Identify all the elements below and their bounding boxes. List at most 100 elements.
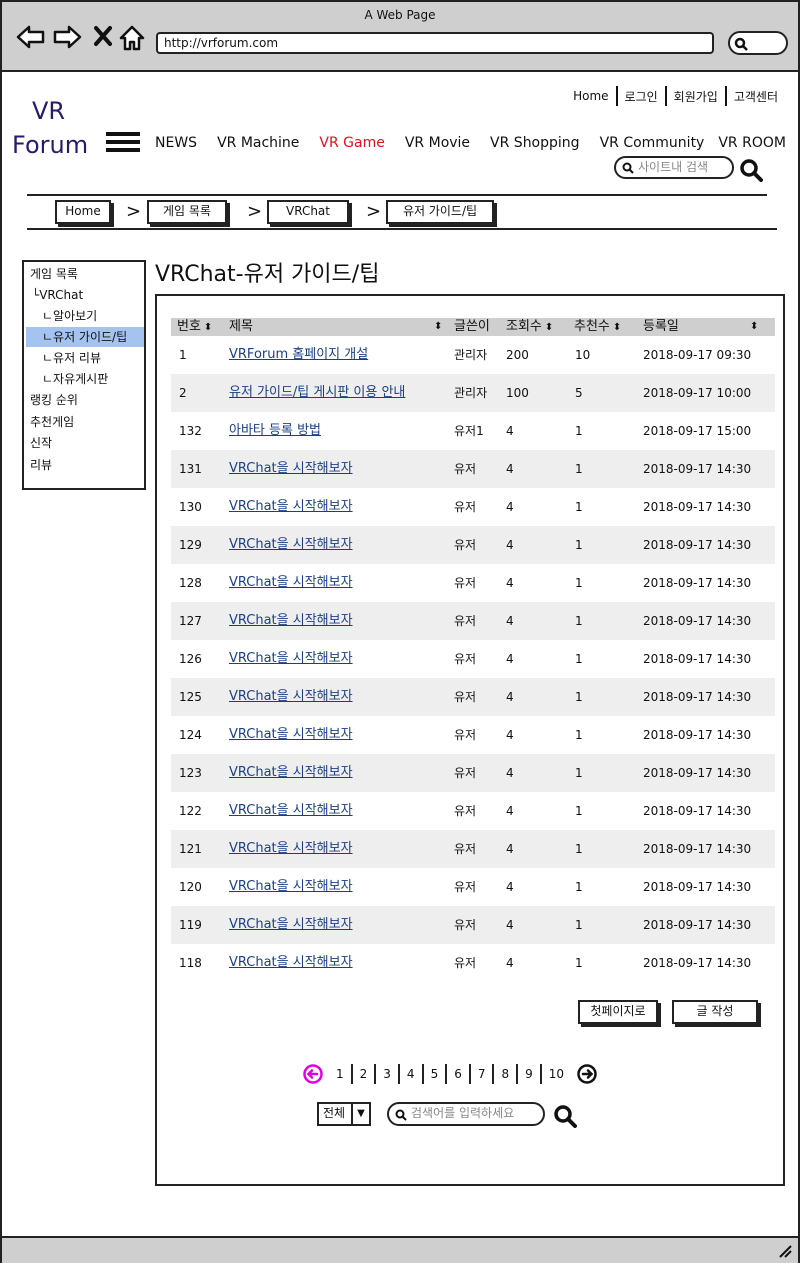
nav-item-vr-community[interactable]: VR Community xyxy=(600,135,705,151)
page-link[interactable]: 6 xyxy=(447,1067,469,1081)
browser-toolbar: A Web Page http://vrforum.com xyxy=(2,2,798,72)
first-page-button[interactable]: 첫페이지로 xyxy=(578,1000,658,1024)
col-header-author[interactable]: 글쓴이 xyxy=(454,318,490,336)
sidebar-item-recommended[interactable]: 추천게임 xyxy=(30,414,74,430)
close-icon[interactable] xyxy=(94,24,112,48)
sort-icon[interactable]: ⬍ xyxy=(545,322,553,333)
nav-item-vr-machine[interactable]: VR Machine xyxy=(217,135,299,151)
prev-page-icon[interactable] xyxy=(303,1064,323,1084)
page-link[interactable]: 5 xyxy=(424,1067,446,1081)
sidebar-item-about[interactable]: ㄴ알아보기 xyxy=(42,308,97,324)
forward-icon[interactable] xyxy=(52,24,82,50)
sort-icon[interactable]: ⬍ xyxy=(613,322,621,333)
col-header-title[interactable]: 제목 xyxy=(229,318,253,336)
write-post-button[interactable]: 글 작성 xyxy=(672,1000,758,1024)
chevron-down-icon[interactable]: ▼ xyxy=(351,1104,369,1124)
cell-author: 유저 xyxy=(454,842,477,856)
breadcrumb-user-guide[interactable]: 유저 가이드/팁 xyxy=(386,200,494,224)
cell-views: 4 xyxy=(506,576,514,590)
cell-title[interactable]: VRChat을 시작해보자 xyxy=(229,906,353,944)
back-icon[interactable] xyxy=(16,24,46,50)
top-link-home[interactable]: Home xyxy=(573,89,608,103)
col-header-number[interactable]: 번호 ⬍ xyxy=(177,318,212,337)
logo-line-1: VR xyxy=(32,97,66,125)
cell-title[interactable]: VRChat을 시작해보자 xyxy=(229,830,353,868)
page-link[interactable]: 3 xyxy=(376,1067,398,1081)
cell-title[interactable]: VRChat을 시작해보자 xyxy=(229,564,353,602)
board-search-button-icon[interactable] xyxy=(553,1104,577,1128)
cell-title[interactable]: VRChat을 시작해보자 xyxy=(229,716,353,754)
page-link[interactable]: 1 xyxy=(329,1067,351,1081)
col-header-date[interactable]: 등록일 xyxy=(643,318,679,336)
menu-icon[interactable] xyxy=(106,132,140,158)
search-icon xyxy=(395,1109,407,1121)
page-link[interactable]: 4 xyxy=(400,1067,422,1081)
nav-item-vr-shopping[interactable]: VR Shopping xyxy=(490,135,580,151)
site-search-input[interactable]: 사이트내 검색 xyxy=(614,156,734,179)
cell-author: 관리자 xyxy=(454,386,488,400)
sidebar-item-game-list[interactable]: 게임 목록 xyxy=(30,266,78,282)
breadcrumb-home[interactable]: Home xyxy=(55,200,111,224)
search-button-icon[interactable] xyxy=(739,158,763,182)
sidebar-item-user-review[interactable]: ㄴ유저 리뷰 xyxy=(42,350,101,366)
sidebar-item-reviews[interactable]: 리뷰 xyxy=(30,457,52,473)
cell-title[interactable]: VRChat을 시작해보자 xyxy=(229,450,353,488)
board-search-input[interactable]: 검색어를 입력하세요 xyxy=(387,1102,545,1126)
browser-title: A Web Page xyxy=(364,8,436,22)
cell-title[interactable]: VRChat을 시작해보자 xyxy=(229,678,353,716)
cell-title[interactable]: VRChat을 시작해보자 xyxy=(229,944,353,982)
cell-views: 200 xyxy=(506,348,529,362)
sort-icon[interactable]: ⬍ xyxy=(750,318,758,336)
top-link-support[interactable]: 고객센터 xyxy=(734,88,778,105)
cell-date: 2018-09-17 14:30 xyxy=(643,462,752,476)
page-link[interactable]: 7 xyxy=(471,1067,493,1081)
browser-search-field[interactable] xyxy=(728,31,788,55)
cell-title[interactable]: VRChat을 시작해보자 xyxy=(229,488,353,526)
breadcrumb-vrchat[interactable]: VRChat xyxy=(267,200,349,224)
cell-title[interactable]: 유저 가이드/팁 게시판 이용 안내 xyxy=(229,374,405,412)
cell-title[interactable]: VRForum 홈페이지 개설 xyxy=(229,336,368,374)
nav-item-vr-game[interactable]: VR Game xyxy=(319,135,384,151)
sidebar: 게임 목록 └VRChat ㄴ알아보기 ㄴ유저 가이드/팁 ㄴ유저 리뷰 ㄴ자유… xyxy=(22,260,146,490)
top-link-signup[interactable]: 회원가입 xyxy=(674,88,718,105)
sidebar-item-user-guide[interactable]: ㄴ유저 가이드/팁 xyxy=(26,327,144,347)
sidebar-item-vrchat[interactable]: └VRChat xyxy=(32,287,83,303)
nav-item-news[interactable]: NEWS xyxy=(155,135,197,151)
page-link[interactable]: 9 xyxy=(518,1067,540,1081)
home-icon[interactable] xyxy=(118,24,146,52)
sort-icon[interactable]: ⬍ xyxy=(434,318,442,336)
top-links: Home 로그인 회원가입 고객센터 xyxy=(573,86,778,106)
nav-item-vr-room[interactable]: VR ROOM xyxy=(718,135,786,151)
next-page-icon[interactable] xyxy=(577,1064,597,1084)
cell-title[interactable]: VRChat을 시작해보자 xyxy=(229,868,353,906)
sidebar-item-ranking[interactable]: 랭킹 순위 xyxy=(30,392,78,408)
cell-title[interactable]: 아바타 등록 방법 xyxy=(229,412,321,450)
breadcrumb-game-list[interactable]: 게임 목록 xyxy=(147,200,227,224)
top-link-login[interactable]: 로그인 xyxy=(625,88,658,105)
cell-recommends: 1 xyxy=(575,652,583,666)
sort-icon[interactable]: ⬍ xyxy=(204,322,212,333)
cell-title[interactable]: VRChat을 시작해보자 xyxy=(229,792,353,830)
search-scope-select[interactable]: 전체 ▼ xyxy=(317,1102,371,1126)
cell-views: 4 xyxy=(506,918,514,932)
cell-title[interactable]: VRChat을 시작해보자 xyxy=(229,754,353,792)
page-link[interactable]: 8 xyxy=(494,1067,516,1081)
cell-title[interactable]: VRChat을 시작해보자 xyxy=(229,526,353,564)
nav-item-vr-movie[interactable]: VR Movie xyxy=(405,135,470,151)
cell-views: 4 xyxy=(506,728,514,742)
cell-title[interactable]: VRChat을 시작해보자 xyxy=(229,640,353,678)
site-logo[interactable]: VR Forum xyxy=(12,94,102,162)
col-header-views[interactable]: 조회수 ⬍ xyxy=(506,318,553,337)
col-header-recommends[interactable]: 추천수 ⬍ xyxy=(574,318,621,337)
cell-recommends: 1 xyxy=(575,462,583,476)
cell-recommends: 10 xyxy=(575,348,591,362)
cell-title[interactable]: VRChat을 시작해보자 xyxy=(229,602,353,640)
page-link[interactable]: 10 xyxy=(542,1067,571,1081)
url-bar[interactable]: http://vrforum.com xyxy=(156,32,714,54)
resize-grip-icon[interactable] xyxy=(778,1244,792,1258)
sidebar-item-new-releases[interactable]: 신작 xyxy=(30,435,52,451)
sidebar-item-free-board[interactable]: ㄴ자유게시판 xyxy=(42,371,108,387)
cell-views: 4 xyxy=(506,538,514,552)
cell-recommends: 1 xyxy=(575,690,583,704)
page-link[interactable]: 2 xyxy=(353,1067,375,1081)
